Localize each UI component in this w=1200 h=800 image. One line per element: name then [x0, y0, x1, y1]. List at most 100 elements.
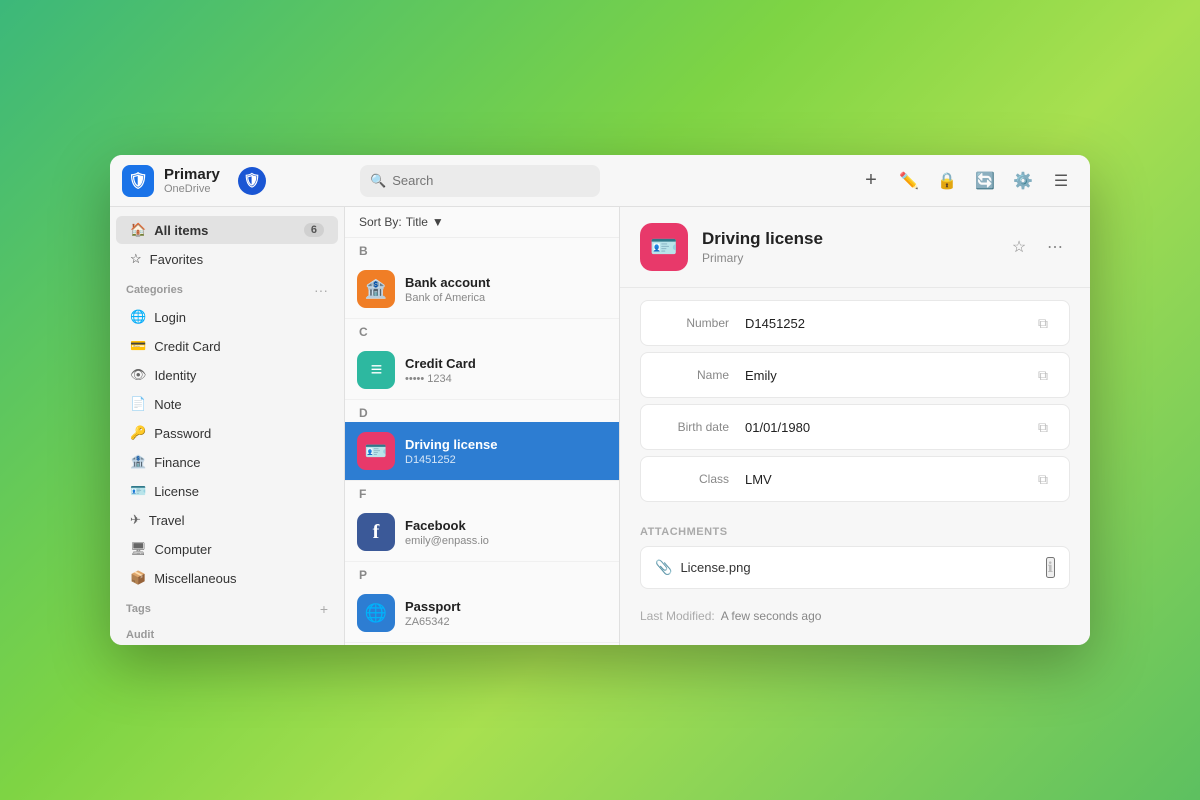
menu-button[interactable]: ☰ — [1044, 164, 1078, 198]
detail-header-actions: ☆ ⋯ — [1004, 232, 1070, 262]
miscellaneous-label: Miscellaneous — [154, 571, 236, 586]
passport-info: Passport ZA65342 — [405, 599, 461, 628]
list-item-driving-license[interactable]: 🪪 Driving license D1451252 — [345, 422, 619, 481]
bank-account-info: Bank account Bank of America — [405, 275, 490, 304]
sidebar-item-note[interactable]: 📄 Note — [116, 390, 338, 418]
categories-label: Categories — [126, 284, 183, 296]
bank-account-sub: Bank of America — [405, 292, 490, 304]
field-name-value: Emily — [745, 368, 1031, 383]
driving-license-icon: 🪪 — [357, 432, 395, 470]
list-item-bank-account[interactable]: 🏦 Bank account Bank of America — [345, 260, 619, 319]
copy-name-button[interactable]: ⧉ — [1031, 363, 1055, 387]
audit-section: Audit — [110, 621, 344, 645]
driving-license-sub: D1451252 — [405, 454, 497, 466]
section-b: B — [345, 238, 619, 260]
sync-button[interactable]: 🔄 — [968, 164, 1002, 198]
add-button[interactable]: + — [854, 164, 888, 198]
detail-header: 🪪 Driving license Primary ☆ ⋯ — [620, 207, 1090, 288]
favorite-button[interactable]: ☆ — [1004, 232, 1034, 262]
list-item-facebook[interactable]: f Facebook emily@enpass.io — [345, 503, 619, 562]
credit-card-icon-list: ≡ — [357, 351, 395, 389]
search-icon: 🔍 — [370, 173, 386, 189]
tags-add-button[interactable]: + — [320, 601, 328, 617]
search-bar[interactable]: 🔍 — [360, 165, 600, 197]
section-c: C — [345, 319, 619, 341]
search-input[interactable] — [392, 173, 590, 188]
field-birth-date-value: 01/01/1980 — [745, 420, 1031, 435]
computer-icon: 🖥 — [130, 541, 147, 557]
computer-label: Computer — [155, 542, 212, 557]
section-d: D — [345, 400, 619, 422]
detail-icon: 🪪 — [640, 223, 688, 271]
lock-button[interactable]: 🔒 — [930, 164, 964, 198]
login-label: Login — [154, 310, 186, 325]
passport-icon: 🌐 — [357, 594, 395, 632]
copy-number-button[interactable]: ⧉ — [1031, 311, 1055, 335]
header: 🛡 Primary OneDrive 🛡 🔍 + ✏️ 🔒 🔄 ⚙️ ☰ — [110, 155, 1090, 207]
attachment-row: 📎 License.png ℹ — [640, 546, 1070, 589]
field-class-label: Class — [655, 472, 745, 486]
password-label: Password — [154, 426, 211, 441]
list-item-credit-card[interactable]: ≡ Credit Card ••••• 1234 — [345, 341, 619, 400]
license-icon: 🪪 — [130, 483, 146, 499]
sidebar-item-password[interactable]: 🔑 Password — [116, 419, 338, 447]
sidebar-item-login[interactable]: 🌐 Login — [116, 303, 338, 331]
field-class-value: LMV — [745, 472, 1031, 487]
bank-account-title: Bank account — [405, 275, 490, 290]
field-name-label: Name — [655, 368, 745, 382]
detail-title: Driving license — [702, 229, 823, 249]
driving-license-title: Driving license — [405, 437, 497, 452]
credit-card-title: Credit Card — [405, 356, 476, 371]
last-modified: Last Modified: A few seconds ago — [620, 601, 1090, 631]
sidebar-item-finance[interactable]: 🏦 Finance — [116, 448, 338, 476]
body: 🏠 All items 6 ☆ Favorites Categories ···… — [110, 207, 1090, 645]
field-birth-date: Birth date 01/01/1980 ⧉ — [640, 404, 1070, 450]
vault-icon: 🛡 — [122, 165, 154, 197]
attachment-info-button[interactable]: ℹ — [1046, 557, 1055, 578]
favorites-label: Favorites — [150, 252, 203, 267]
detail-panel: 🪪 Driving license Primary ☆ ⋯ Number D14… — [620, 207, 1090, 645]
travel-label: Travel — [149, 513, 185, 528]
sidebar-item-miscellaneous[interactable]: 📦 Miscellaneous — [116, 564, 338, 592]
copy-birth-date-button[interactable]: ⧉ — [1031, 415, 1055, 439]
copy-class-button[interactable]: ⧉ — [1031, 467, 1055, 491]
onedrive-icon: 🛡 — [238, 167, 266, 195]
sidebar-item-travel[interactable]: ✈ Travel — [116, 506, 338, 534]
detail-fields: Number D1451252 ⧉ Name Emily ⧉ Birth dat… — [620, 288, 1090, 520]
edit-button[interactable]: ✏️ — [892, 164, 926, 198]
sidebar-item-credit-card[interactable]: 💳 Credit Card — [116, 332, 338, 360]
more-options-button[interactable]: ⋯ — [1040, 232, 1070, 262]
categories-more-button[interactable]: ··· — [314, 282, 328, 298]
last-modified-value: A few seconds ago — [721, 609, 822, 623]
sidebar-item-identity[interactable]: 👁 Identity — [116, 361, 338, 389]
section-f: F — [345, 481, 619, 503]
field-number: Number D1451252 ⧉ — [640, 300, 1070, 346]
finance-label: Finance — [154, 455, 200, 470]
field-birth-date-label: Birth date — [655, 420, 745, 434]
login-icon: 🌐 — [130, 309, 146, 325]
credit-card-info: Credit Card ••••• 1234 — [405, 356, 476, 385]
detail-title-area: Driving license Primary — [702, 229, 823, 265]
identity-icon: 👁 — [130, 367, 147, 383]
sidebar-item-favorites[interactable]: ☆ Favorites — [116, 245, 338, 273]
sidebar-item-license[interactable]: 🪪 License — [116, 477, 338, 505]
attachment-name: License.png — [680, 560, 1037, 575]
settings-button[interactable]: ⚙️ — [1006, 164, 1040, 198]
note-label: Note — [154, 397, 181, 412]
password-icon: 🔑 — [130, 425, 146, 441]
travel-icon: ✈ — [130, 512, 141, 528]
last-modified-label: Last Modified: — [640, 609, 715, 623]
identity-label: Identity — [155, 368, 197, 383]
driving-license-info: Driving license D1451252 — [405, 437, 497, 466]
field-number-value: D1451252 — [745, 316, 1031, 331]
passport-sub: ZA65342 — [405, 616, 461, 628]
sidebar-item-computer[interactable]: 🖥 Computer — [116, 535, 338, 563]
sort-icon: ▼ — [432, 215, 444, 229]
item-list: Sort By: Title ▼ B 🏦 Bank account Bank o… — [345, 207, 620, 645]
license-label: License — [154, 484, 199, 499]
audit-label: Audit — [126, 629, 154, 641]
note-icon: 📄 — [130, 396, 146, 412]
section-p: P — [345, 562, 619, 584]
list-item-passport[interactable]: 🌐 Passport ZA65342 — [345, 584, 619, 643]
sidebar-item-all-items[interactable]: 🏠 All items 6 — [116, 216, 338, 244]
